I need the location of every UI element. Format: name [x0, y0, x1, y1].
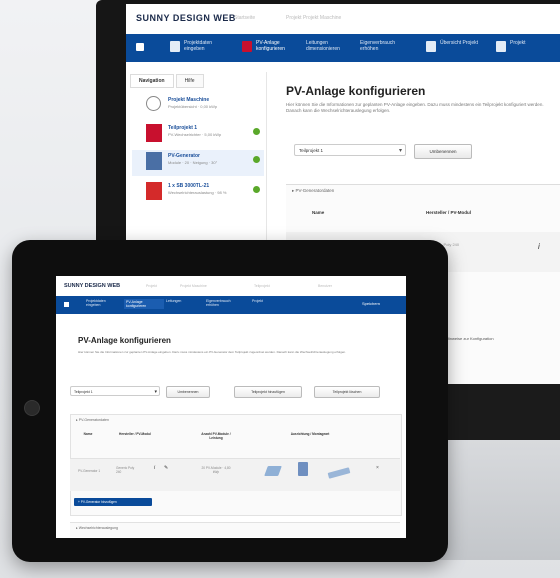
sidebar-item-subproject[interactable]: Teilprojekt 1 PV-Wechselrichter · 5,00 k…: [132, 122, 264, 148]
sidebar-item-inverter[interactable]: 1 x SB 3000TL-21 Wechselrichterauslastun…: [132, 180, 264, 210]
info-icon[interactable]: i: [538, 242, 540, 251]
sidebar-item-pv-generator[interactable]: PV-Generator Module · 20 · Neigung · 30°: [132, 150, 264, 176]
pv-system-icon: [242, 41, 252, 52]
inverter-icon: [146, 182, 162, 200]
nav-step-project-data[interactable]: Projektdaten eingeben: [86, 299, 120, 307]
breadcrumb-item[interactable]: Projekt Maschine: [180, 284, 207, 288]
nav-step-pv-config[interactable]: PV-Anlage konfigurieren: [124, 299, 164, 309]
intro-text: Hier können Sie die Informationen zur ge…: [78, 350, 347, 354]
delete-subproject-button[interactable]: Teilprojekt löschen: [314, 386, 380, 398]
rename-button[interactable]: Umbenennen: [414, 144, 472, 159]
breadcrumb-item[interactable]: Projekt Projekt Maschine: [286, 15, 341, 21]
subproject-select[interactable]: Teilprojekt 1: [294, 144, 406, 157]
project-data-icon: [170, 41, 180, 52]
column-header-module: Hersteller / PV-Modul: [426, 210, 472, 215]
add-subproject-button[interactable]: Teilprojekt hinzufügen: [234, 386, 302, 398]
panel-title[interactable]: ▸ Wechselrichterauslegung: [76, 526, 118, 530]
panel-title[interactable]: ▸ PV-Generatordaten: [76, 418, 109, 422]
count-cell: 20 PV-Module · 4,80 kWp: [201, 466, 231, 474]
column-header-count: Anzahl PV-Module / Leistung: [201, 432, 231, 440]
breadcrumb-item[interactable]: Startseite: [234, 15, 255, 21]
home-icon[interactable]: [64, 302, 69, 307]
app-logo[interactable]: SUNNY DESIGN WEB: [136, 13, 236, 23]
breadcrumb-item[interactable]: Teilprojekt: [254, 284, 270, 288]
nav-step-project[interactable]: Projekt: [252, 299, 282, 303]
panel-title[interactable]: ▸ PV-Generatordaten: [292, 188, 334, 194]
column-header-name: Name: [83, 432, 93, 436]
rename-button[interactable]: Umbenennen: [166, 386, 210, 398]
status-ok-icon: [253, 128, 260, 135]
breadcrumb-item[interactable]: Benutzer: [318, 284, 332, 288]
nav-step-self-consumption[interactable]: Eigenverbrauch erhöhen: [360, 40, 404, 58]
status-ok-icon: [253, 186, 260, 193]
module-cell: Generic Poly 240: [116, 466, 135, 474]
column-header-name: Name: [312, 210, 325, 215]
project-icon: [146, 96, 161, 111]
edit-icon[interactable]: ✎: [164, 466, 168, 471]
close-icon[interactable]: ×: [376, 466, 379, 471]
page-title: PV-Anlage konfigurieren: [78, 336, 171, 345]
desktop-header: SUNNY DESIGN WEB Startseite Projekt Proj…: [126, 4, 560, 35]
wizard-navigation: Projektdaten eingeben PV-Anlage konfigur…: [126, 34, 560, 62]
generator-name-cell: PV-Generator 1: [78, 469, 101, 473]
tablet-home-button: [24, 400, 40, 416]
nav-step-cables[interactable]: Leitungen dimensionieren: [306, 40, 350, 58]
page-title: PV-Anlage konfigurieren: [286, 84, 426, 98]
breadcrumb-item[interactable]: Projekt: [146, 284, 157, 288]
tablet-screen: SUNNY DESIGN WEB Projekt Projekt Maschin…: [56, 276, 406, 538]
nav-step-overview[interactable]: Übersicht Projekt: [426, 40, 482, 58]
document-icon: [496, 41, 506, 52]
inverter-design-panel: [70, 522, 400, 537]
subproject-icon: [146, 124, 162, 142]
sidebar-tabs: Navigation Hilfe: [130, 74, 206, 88]
add-pv-generator-button[interactable]: + PV-Generator hinzufügen: [74, 498, 152, 506]
tab-help[interactable]: Hilfe: [175, 74, 204, 88]
app-logo[interactable]: SUNNY DESIGN WEB: [64, 283, 120, 289]
intro-text: Hier können Sie die Informationen zur ge…: [286, 102, 544, 113]
hint-text: Hinweise zur Konfiguration: [446, 336, 494, 341]
column-header-orientation: Ausrichtung / Montageart: [290, 432, 330, 436]
subproject-select[interactable]: Teilprojekt 1: [70, 386, 160, 397]
home-icon[interactable]: [136, 43, 144, 51]
sidebar-item-project[interactable]: Projekt Maschine Projektübersicht · 0,00…: [132, 94, 264, 120]
pv-module-icon: [146, 152, 162, 170]
tablet-header: SUNNY DESIGN WEB Projekt Projekt Maschin…: [56, 276, 406, 297]
status-ok-icon: [253, 156, 260, 163]
overview-icon: [426, 41, 436, 52]
tab-navigation[interactable]: Navigation: [130, 74, 174, 88]
save-button[interactable]: Speichern: [362, 301, 380, 306]
column-header-module: Hersteller / PV-Modul: [119, 432, 151, 436]
nav-step-project[interactable]: Projekt: [496, 40, 550, 58]
info-icon[interactable]: i: [154, 466, 155, 471]
nav-step-cables[interactable]: Leitungen: [166, 299, 200, 303]
module-mount-icon[interactable]: [298, 462, 308, 476]
nav-step-project-data[interactable]: Projektdaten eingeben: [170, 40, 230, 58]
wizard-navigation: Projektdaten eingeben PV-Anlage konfigur…: [56, 296, 406, 314]
table-row[interactable]: [70, 458, 400, 491]
nav-step-self-consumption[interactable]: Eigenverbrauch erhöhen: [206, 299, 242, 307]
nav-step-pv-config[interactable]: PV-Anlage konfigurieren: [242, 40, 302, 58]
